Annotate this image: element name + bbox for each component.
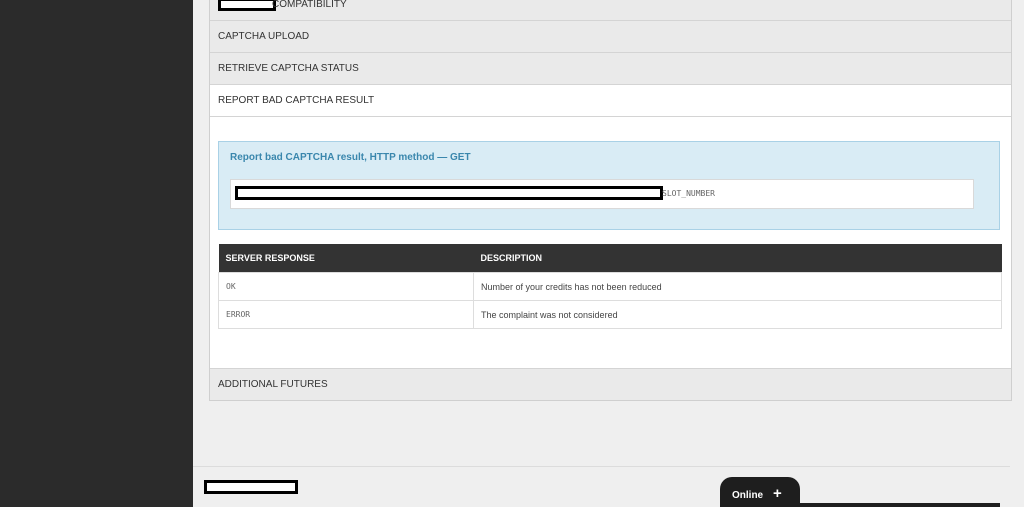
left-sidebar (0, 0, 193, 507)
chat-bar (790, 503, 1000, 507)
plus-icon: + (773, 485, 782, 502)
accordion-item-label: REPORT BAD CAPTCHA RESULT (218, 95, 375, 106)
accordion-item-label: ADDITIONAL FUTURES (218, 379, 328, 390)
table-row: ERROR The complaint was not considered (218, 300, 1002, 329)
accordion-item-label: COMPATIBILITY (272, 0, 347, 10)
method-info-box: Report bad CAPTCHA result, HTTP method —… (218, 141, 1000, 230)
redacted-text (218, 0, 276, 11)
response-description: Number of your credits has not been redu… (473, 272, 1002, 301)
accordion-item-label: CAPTCHA UPLOAD (218, 31, 310, 42)
accordion-item-retrieve-status[interactable]: RETRIEVE CAPTCHA STATUS (210, 53, 1011, 85)
method-title: Report bad CAPTCHA result, HTTP method —… (230, 152, 471, 163)
response-code: OK (218, 272, 474, 301)
response-code: ERROR (218, 300, 474, 329)
table-header-row: SERVER RESPONSE DESCRIPTION (218, 244, 1002, 273)
table-row: OK Number of your credits has not been r… (218, 272, 1002, 301)
url-param: SLOT_NUMBER (662, 189, 715, 198)
server-response-table: SERVER RESPONSE DESCRIPTION OK Number of… (218, 244, 1002, 329)
column-header-response: SERVER RESPONSE (218, 244, 474, 273)
accordion-item-captcha-upload[interactable]: CAPTCHA UPLOAD (210, 21, 1011, 53)
accordion-panel-report-bad: Report bad CAPTCHA result, HTTP method —… (210, 117, 1011, 369)
footer-divider (193, 466, 1010, 467)
api-accordion: COMPATIBILITY CAPTCHA UPLOAD RETRIEVE CA… (209, 0, 1012, 401)
accordion-item-label: RETRIEVE CAPTCHA STATUS (218, 63, 359, 74)
response-description: The complaint was not considered (473, 300, 1002, 329)
column-header-description: DESCRIPTION (473, 244, 1002, 273)
redacted-footer-text (204, 480, 298, 494)
online-label: Online (732, 490, 764, 501)
redacted-url (235, 186, 663, 200)
accordion-item-additional-futures[interactable]: ADDITIONAL FUTURES (210, 369, 1011, 400)
accordion-item-report-bad[interactable]: REPORT BAD CAPTCHA RESULT (210, 85, 1011, 117)
online-chat-tab[interactable]: Online + (720, 477, 800, 507)
accordion-item-compatibility[interactable]: COMPATIBILITY (210, 0, 1011, 21)
request-url-box: SLOT_NUMBER (230, 179, 974, 209)
